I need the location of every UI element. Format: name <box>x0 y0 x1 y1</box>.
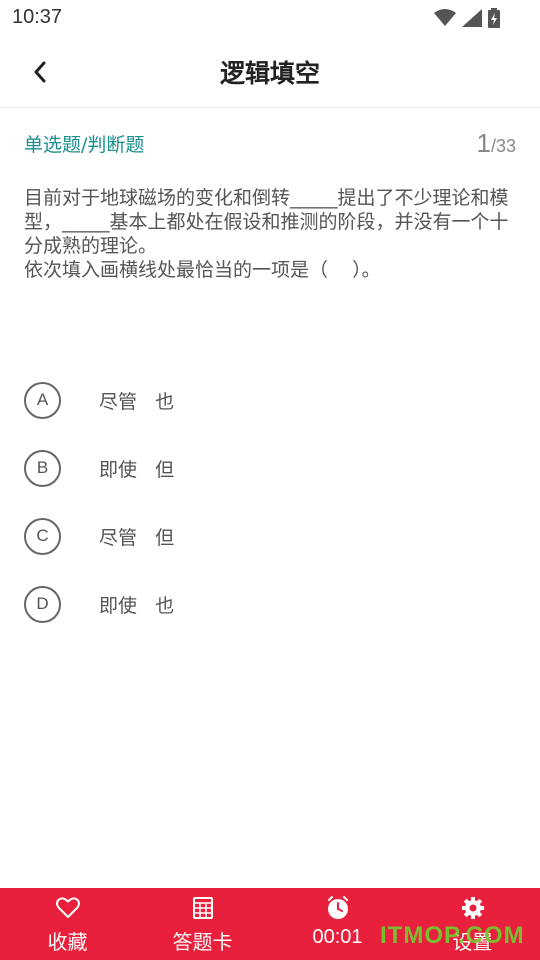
heart-icon <box>55 896 80 920</box>
clock-icon <box>326 896 350 920</box>
status-bar: 10:37 <box>0 0 540 36</box>
question-type: 单选题/判断题 <box>24 134 145 156</box>
question-prompt: 依次填入画横线处最恰当的一项是（ ）。 <box>24 259 381 281</box>
option-text: 尽管 也 <box>99 390 175 413</box>
option-a[interactable]: A 尽管 也 <box>24 366 516 434</box>
option-letter: D <box>24 585 61 623</box>
option-b[interactable]: B 即使 但 <box>24 434 516 502</box>
tab-label: 答题卡 <box>172 930 233 954</box>
tab-answer-card[interactable]: 答题卡 <box>135 888 270 960</box>
option-d[interactable]: D 即使 也 <box>24 570 516 638</box>
question-total: /33 <box>490 136 516 156</box>
wifi-icon <box>434 9 456 31</box>
grid-card-icon <box>192 896 213 920</box>
question-text: 目前对于地球磁场的变化和倒转_____提出了不少理论和模型，_____基本上都处… <box>24 186 516 282</box>
watermark: ITMOP.COM <box>380 922 525 949</box>
options-list: A 尽管 也 B 即使 但 C 尽管 但 D 即使 也 <box>24 366 516 638</box>
battery-charging-icon <box>488 8 500 32</box>
tab-label: 收藏 <box>47 930 88 954</box>
option-letter: B <box>24 449 61 487</box>
option-letter: A <box>24 381 61 419</box>
page-title: 逻辑填空 <box>219 59 320 88</box>
app-bar: 逻辑填空 <box>0 36 540 108</box>
option-c[interactable]: C 尽管 但 <box>24 502 516 570</box>
question-current: 1 <box>476 128 491 158</box>
option-letter: C <box>24 517 61 555</box>
question-stem: 目前对于地球磁场的变化和倒转_____提出了不少理论和模型，_____基本上都处… <box>24 187 509 257</box>
question-counter: 1/33 <box>477 128 517 159</box>
status-icons <box>434 8 500 32</box>
signal-icon <box>462 9 482 31</box>
gear-icon <box>461 896 485 920</box>
status-time: 10:37 <box>12 6 63 28</box>
tab-favorite[interactable]: 收藏 <box>0 888 135 960</box>
option-text: 即使 但 <box>99 458 175 481</box>
tab-label: 00:01 <box>312 926 363 948</box>
option-text: 即使 也 <box>99 594 175 617</box>
option-text: 尽管 但 <box>99 526 175 549</box>
